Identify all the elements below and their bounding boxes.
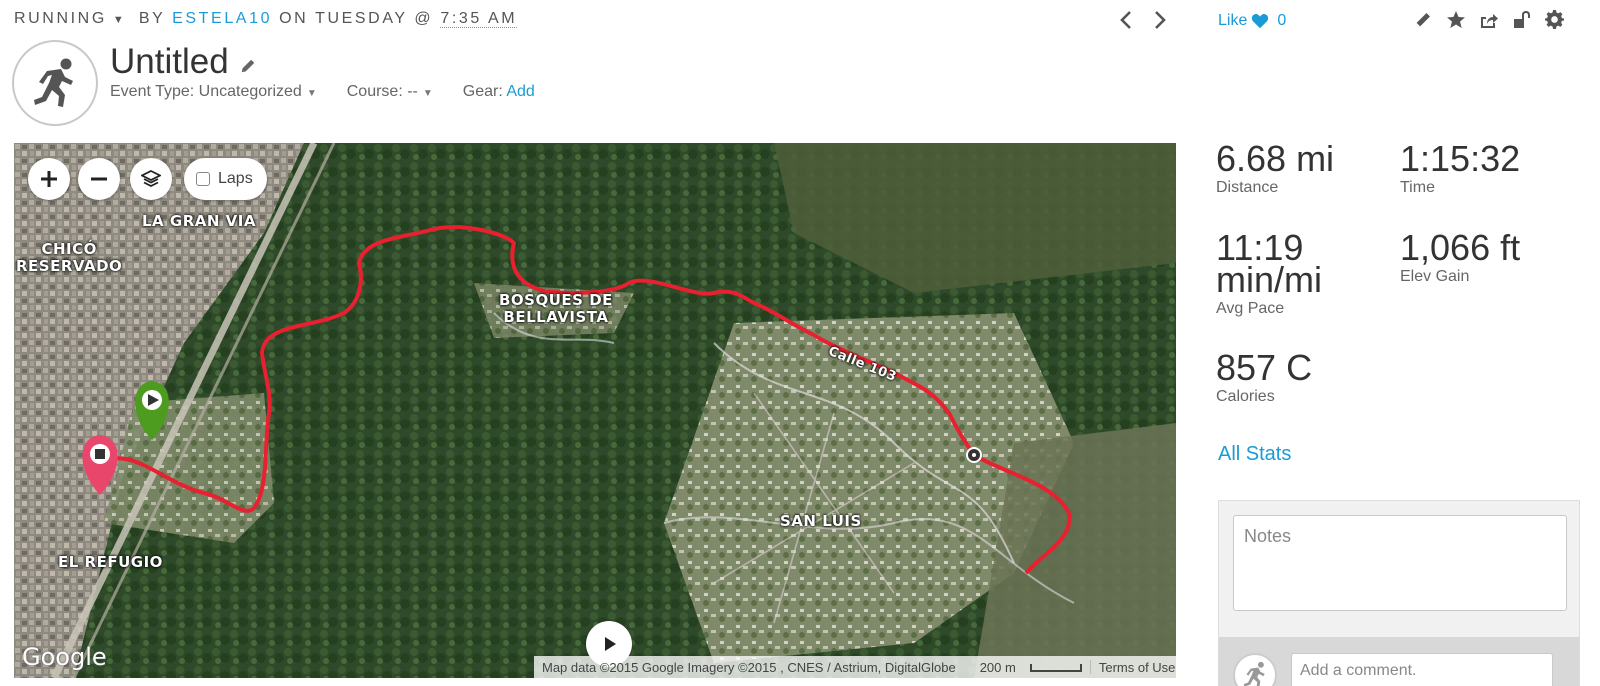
stat-calories: 857 C Calories: [1216, 347, 1313, 406]
distance-label: Distance: [1216, 179, 1279, 196]
route-map[interactable]: Laps LA GRAN VIA CHICÓ RESERVADO BOSQUES…: [14, 143, 1176, 678]
favorite-button[interactable]: [1445, 9, 1467, 31]
map-label-bosques-de-bellavista: BOSQUES DE BELLAVISTA: [499, 291, 613, 326]
star-icon: [1447, 11, 1465, 28]
runner-icon: [34, 58, 73, 107]
activity-nav: [1118, 9, 1168, 31]
activity-title[interactable]: Untitled: [110, 42, 229, 82]
pencil-icon: [1416, 13, 1430, 27]
course-label: Course: --: [346, 83, 418, 100]
attribution-text: Map data ©2015 Google Imagery ©2015 , CN…: [542, 659, 956, 675]
play-icon: [605, 637, 616, 651]
laps-label: Laps: [218, 170, 253, 187]
comment-input[interactable]: Add a comment.: [1291, 653, 1553, 686]
notes-panel: Notes Add a comment.: [1218, 500, 1580, 686]
zoom-in-icon: [41, 171, 57, 187]
stat-avg-pace: 11:19 min/mi Avg Pace: [1216, 230, 1322, 318]
caret-down-icon: ▼: [306, 88, 317, 99]
pencil-icon[interactable]: [239, 57, 257, 75]
map-label-chico-reservado: CHICÓ RESERVADO: [16, 240, 123, 275]
layers-icon: [141, 169, 161, 188]
map-scale: 200 m: [964, 660, 1090, 675]
map-layers-button[interactable]: [130, 158, 172, 200]
stat-time: 1:15:32 Time: [1400, 138, 1521, 197]
chevron-left-icon[interactable]: [1118, 9, 1134, 31]
elev-label: Elev Gain: [1400, 268, 1470, 285]
map-label-el-refugio: EL REFUGIO: [58, 553, 163, 571]
edit-button[interactable]: [1412, 9, 1434, 31]
like-button[interactable]: Like 0: [1218, 12, 1286, 30]
map-label-san-luis: SAN LUIS: [780, 512, 862, 530]
pace-unit: min/mi: [1216, 259, 1322, 300]
distance-value: 6.68 mi: [1216, 138, 1335, 179]
gear-icon: [1545, 10, 1564, 29]
user-link[interactable]: ESTELA10: [172, 10, 272, 27]
activity-toolbar: [1412, 9, 1566, 31]
stat-distance: 6.68 mi Distance: [1216, 138, 1335, 197]
course-dropdown[interactable]: Course: -- ▼: [347, 83, 433, 101]
map-label-la-gran-via: LA GRAN VIA: [142, 212, 256, 230]
unlock-icon: [1514, 11, 1530, 28]
activity-type-badge: [12, 40, 98, 126]
chevron-right-icon[interactable]: [1152, 9, 1168, 31]
breadcrumb: RUNNING ▼ BY ESTELA10 ON TUESDAY @ 7:35 A…: [14, 10, 518, 28]
laps-toggle[interactable]: Laps: [184, 158, 267, 200]
activity-type-dropdown-icon[interactable]: ▼: [113, 14, 124, 26]
share-button[interactable]: [1478, 9, 1500, 31]
time-value: 1:15:32: [1400, 138, 1521, 179]
heart-icon: [1252, 14, 1269, 29]
all-stats-link[interactable]: All Stats: [1218, 443, 1291, 466]
add-gear-link[interactable]: Add: [506, 83, 534, 100]
day-text: ON TUESDAY @: [279, 10, 434, 27]
google-logo: Google: [22, 643, 107, 671]
zoom-out-icon: [91, 177, 107, 181]
caret-down-icon: ▼: [422, 88, 433, 99]
runner-icon: [1243, 661, 1265, 686]
settings-button[interactable]: [1544, 9, 1566, 31]
stat-elev-gain: 1,066 ft Elev Gain: [1400, 227, 1521, 286]
privacy-button[interactable]: [1511, 9, 1533, 31]
terms-of-use-link[interactable]: Terms of Use: [1091, 660, 1176, 675]
scale-bar: [1029, 664, 1082, 673]
activity-meta: Event Type: Uncategorized ▼ Course: -- ▼ G…: [110, 83, 535, 101]
zoom-in-button[interactable]: [28, 158, 70, 200]
avatar: [1233, 653, 1277, 686]
comment-bar: Add a comment.: [1219, 637, 1579, 686]
event-type-dropdown[interactable]: Event Type: Uncategorized ▼: [110, 83, 317, 101]
time-label: Time: [1400, 179, 1435, 196]
scale-label: 200 m: [979, 659, 1016, 675]
gear-label: Gear:: [462, 83, 503, 100]
elev-value: 1,066 ft: [1400, 227, 1521, 268]
notes-field[interactable]: Notes: [1233, 515, 1567, 611]
activity-type[interactable]: RUNNING: [14, 10, 107, 27]
activity-time[interactable]: 7:35 AM: [440, 10, 518, 28]
activity-title-row: Untitled: [110, 42, 257, 82]
like-label: Like: [1218, 12, 1248, 29]
laps-checkbox[interactable]: [196, 172, 210, 186]
by-text: BY: [138, 10, 166, 27]
like-count: 0: [1277, 12, 1287, 29]
event-type-label: Event Type: Uncategorized: [110, 83, 302, 100]
pace-label: Avg Pace: [1216, 300, 1285, 317]
map-attribution: Map data ©2015 Google Imagery ©2015 , CN…: [534, 656, 1176, 678]
gear-field: Gear: Add: [463, 83, 535, 101]
zoom-out-button[interactable]: [78, 158, 120, 200]
calories-value: 857 C: [1216, 347, 1313, 388]
share-icon: [1481, 14, 1498, 28]
calories-label: Calories: [1216, 388, 1275, 405]
